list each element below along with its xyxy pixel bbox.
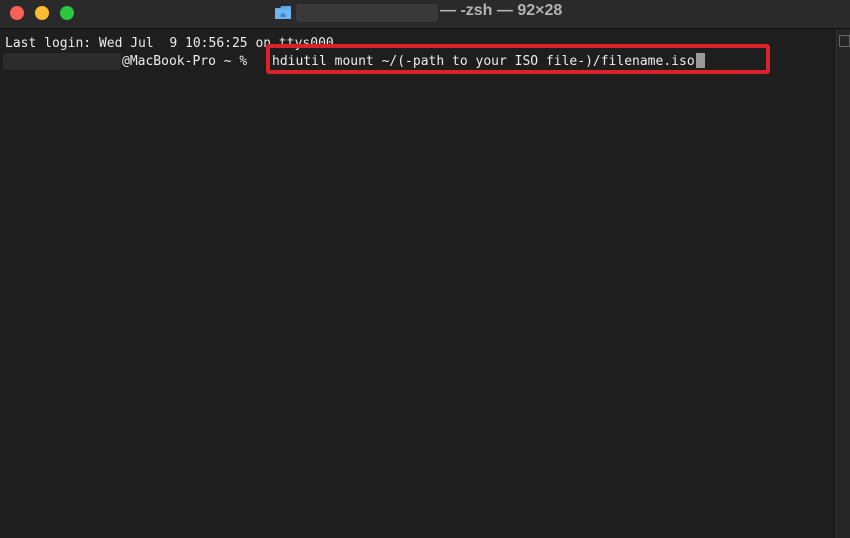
scrollbar-thumb[interactable] xyxy=(839,35,850,47)
minimize-button[interactable] xyxy=(35,6,49,20)
close-button[interactable] xyxy=(10,6,24,20)
scrollbar[interactable] xyxy=(836,29,850,538)
title-bar: — -zsh — 92×28 xyxy=(0,0,850,29)
home-folder-icon xyxy=(275,6,291,19)
zoom-button[interactable] xyxy=(60,6,74,20)
redacted-username-title xyxy=(296,4,438,22)
terminal-output[interactable] xyxy=(0,29,836,538)
window-title: — -zsh — 92×28 xyxy=(440,2,563,19)
command-highlight-box xyxy=(266,44,770,74)
terminal-window: — -zsh — 92×28 Last login: Wed Jul 9 10:… xyxy=(0,0,850,538)
shell-prompt: @MacBook-Pro ~ % xyxy=(122,54,256,69)
redacted-username xyxy=(3,53,121,70)
